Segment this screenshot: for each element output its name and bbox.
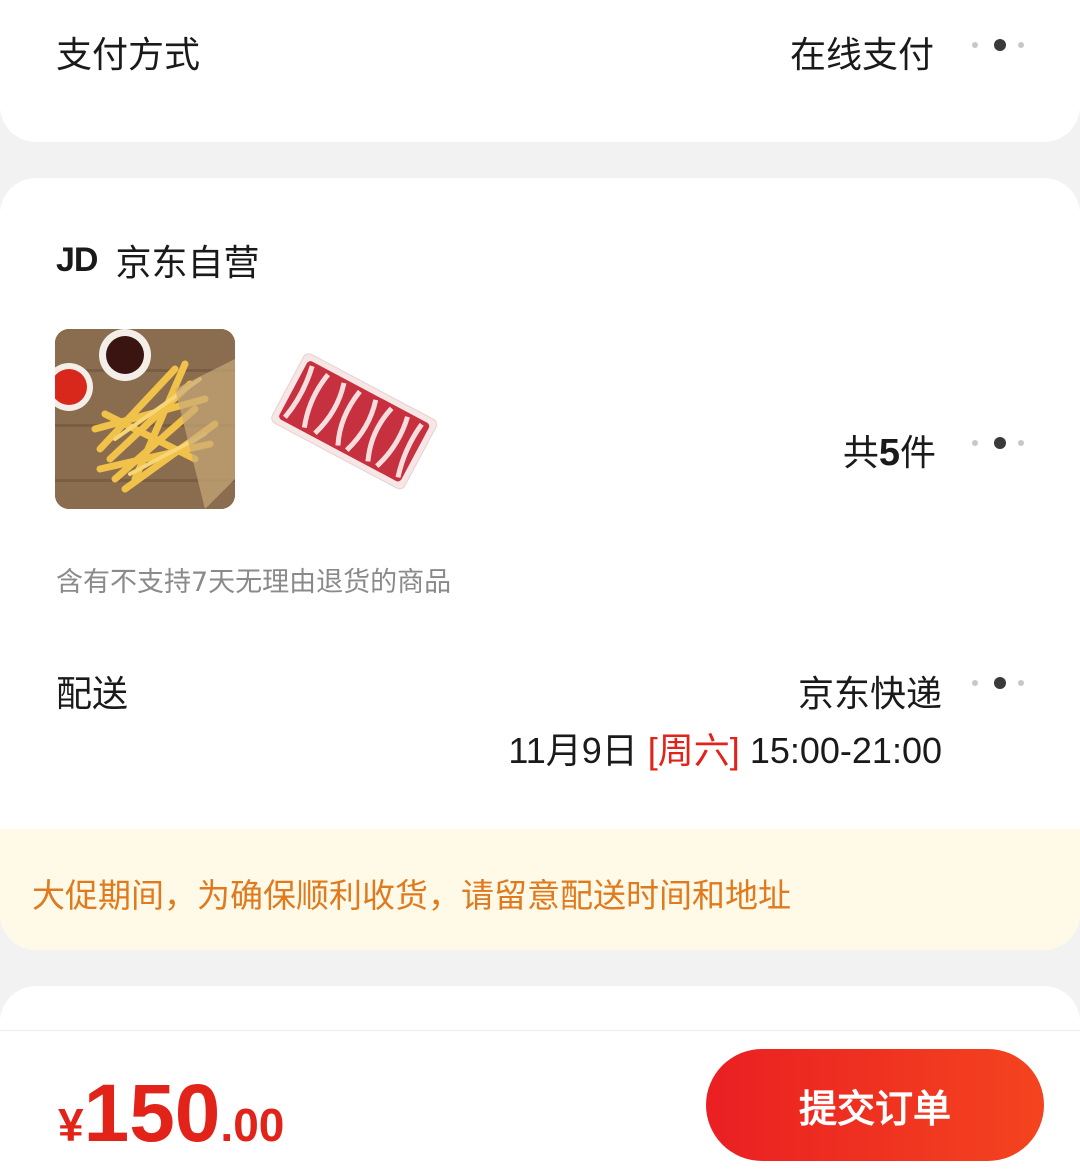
product-thumbnail-beef[interactable]: [262, 329, 442, 509]
checkout-bar: ¥150.00 提交订单: [0, 1030, 1080, 1170]
more-dots-icon[interactable]: [972, 677, 1028, 689]
delivery-weekday: [周六]: [647, 730, 740, 771]
delivery-date: 11月9日: [508, 730, 638, 771]
delivery-label: 配送: [56, 674, 129, 715]
more-dots-icon[interactable]: [972, 39, 1028, 51]
promo-notice: 大促期间，为确保顺利收货，请留意配送时间和地址: [32, 876, 791, 915]
delivery-time[interactable]: 11月9日 [周六] 15:00-21:00: [508, 722, 942, 774]
promo-banner: 大促期间，为确保顺利收货，请留意配送时间和地址: [0, 829, 1080, 950]
payment-method-row[interactable]: 支付方式 在线支付: [0, 0, 1080, 142]
price-currency: ¥: [58, 1099, 84, 1151]
item-count[interactable]: 共5件: [843, 424, 936, 476]
price-decimal: .00: [220, 1099, 285, 1151]
fries-image: [55, 329, 235, 509]
more-dots-icon[interactable]: [972, 437, 1028, 449]
shop-name: 京东自营: [115, 243, 260, 284]
product-thumbnail-fries[interactable]: [55, 329, 235, 509]
item-count-prefix: 共: [842, 433, 879, 474]
shop-header: JD 京东自营: [56, 234, 259, 286]
delivery-window: 15:00-21:00: [749, 730, 942, 771]
payment-value: 在线支付: [789, 35, 934, 76]
price-integer: 150: [83, 1068, 221, 1159]
delivery-company[interactable]: 京东快递: [798, 665, 942, 717]
jd-logo: JD: [56, 240, 98, 279]
beef-slices-image: [262, 329, 442, 509]
item-count-value: 5: [878, 432, 900, 474]
payment-label: 支付方式: [56, 35, 201, 76]
return-policy-notice: 含有不支持7天无理由退货的商品: [56, 567, 452, 598]
shop-order-card: JD 京东自营 共5件 含有不支持7天无理由退货的商品 配送 京东快递 11月9…: [0, 178, 1080, 950]
item-count-suffix: 件: [899, 433, 936, 474]
submit-order-button[interactable]: 提交订单: [706, 1049, 1044, 1161]
total-price: ¥150.00: [58, 1067, 284, 1161]
